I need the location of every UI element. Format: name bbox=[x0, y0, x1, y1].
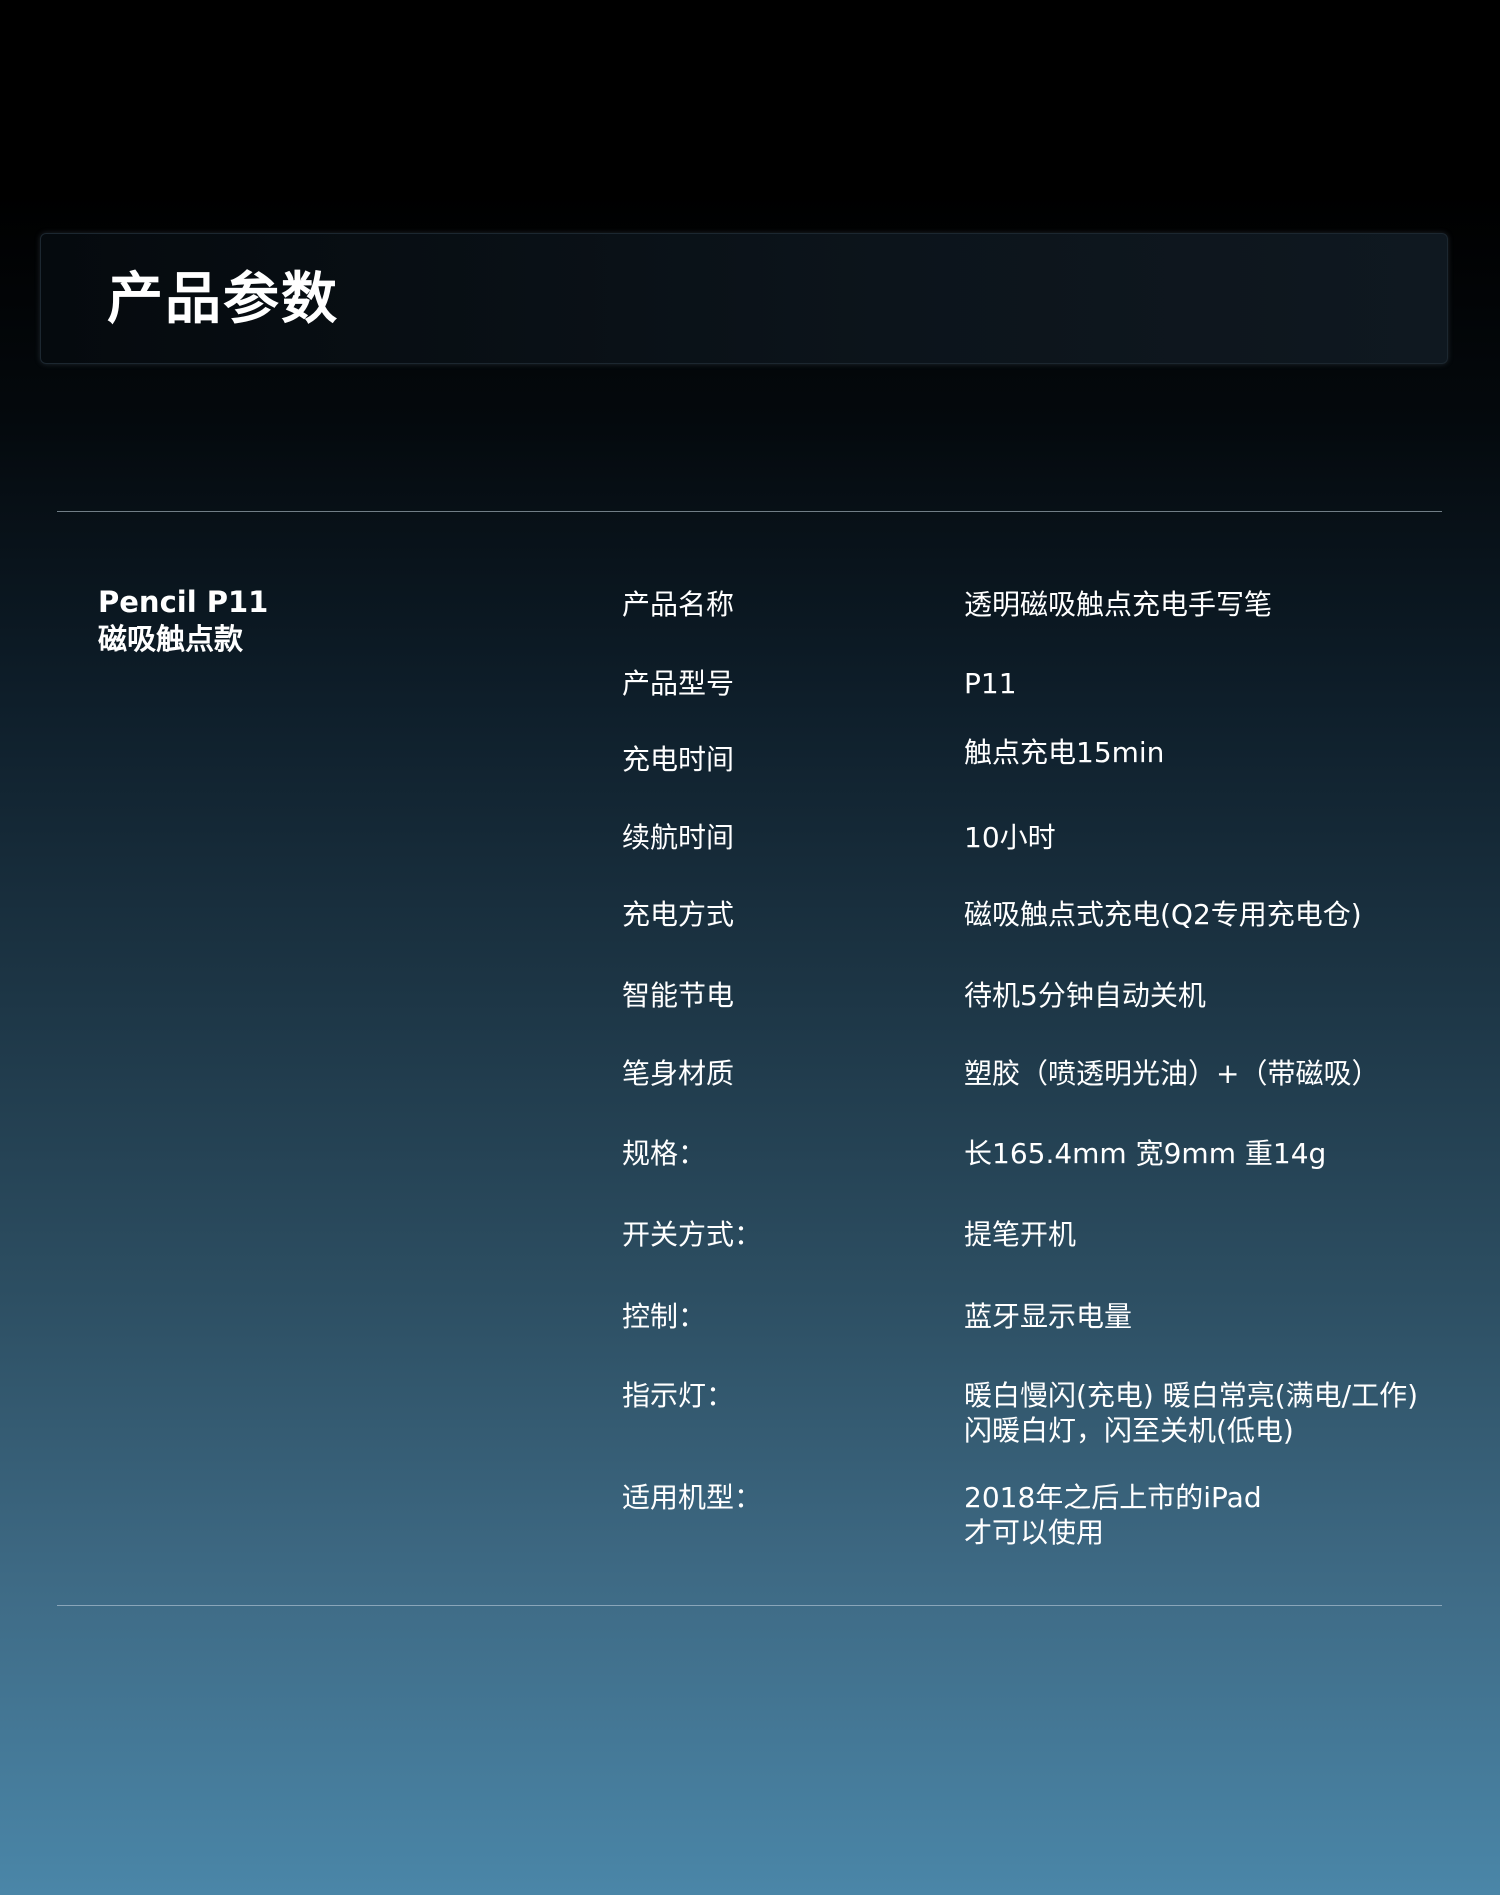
spec-value-indicator: 暖白慢闪(充电) 暖白常亮(满电/工作) bbox=[964, 1379, 1419, 1412]
product-name: Pencil P11 bbox=[98, 585, 269, 619]
spec-value-charge-method: 磁吸触点式充电(Q2专用充电仓) bbox=[964, 898, 1362, 931]
spec-label-name: 产品名称 bbox=[622, 588, 735, 621]
spec-label-switch: 开关方式： bbox=[622, 1218, 763, 1251]
spec-value-charge-time: 触点充电15min bbox=[964, 736, 1165, 769]
spec-value-control: 蓝牙显示电量 bbox=[964, 1300, 1133, 1333]
product-heading: Pencil P11 磁吸触点款 bbox=[98, 584, 268, 658]
spec-value-indicator-line2: 闪暖白灯，闪至关机(低电) bbox=[964, 1414, 1294, 1447]
spec-label-indicator: 指示灯： bbox=[622, 1379, 735, 1412]
spec-value-compatibility-line2: 才可以使用 bbox=[964, 1516, 1105, 1549]
top-divider bbox=[57, 511, 1442, 512]
spec-label-material: 笔身材质 bbox=[622, 1057, 735, 1090]
spec-label-battery-life: 续航时间 bbox=[622, 821, 735, 854]
spec-value-power-saving: 待机5分钟自动关机 bbox=[964, 979, 1206, 1012]
spec-value-compatibility: 2018年之后上市的iPad bbox=[964, 1481, 1262, 1514]
spec-value-material: 塑胶（喷透明光油）+（带磁吸） bbox=[964, 1057, 1380, 1090]
spec-label-charge-method: 充电方式 bbox=[622, 898, 735, 931]
page-title: 产品参数 bbox=[107, 267, 339, 332]
spec-value-switch: 提笔开机 bbox=[964, 1218, 1077, 1251]
spec-value-dimensions: 长165.4mm 宽9mm 重14g bbox=[964, 1137, 1327, 1170]
bottom-divider bbox=[57, 1605, 1442, 1606]
spec-value-name: 透明磁吸触点充电手写笔 bbox=[964, 588, 1273, 621]
spec-label-charge-time: 充电时间 bbox=[622, 743, 735, 776]
spec-label-power-saving: 智能节电 bbox=[622, 979, 735, 1012]
section-title-bar: 产品参数 bbox=[40, 233, 1448, 364]
spec-label-control: 控制： bbox=[622, 1300, 707, 1333]
spec-value-model: P11 bbox=[964, 667, 1017, 700]
spec-label-compatibility: 适用机型： bbox=[622, 1481, 763, 1514]
spec-label-dimensions: 规格： bbox=[622, 1137, 707, 1170]
product-subtitle: 磁吸触点款 bbox=[98, 622, 244, 656]
spec-value-battery-life: 10小时 bbox=[964, 821, 1056, 854]
spec-label-model: 产品型号 bbox=[622, 667, 735, 700]
